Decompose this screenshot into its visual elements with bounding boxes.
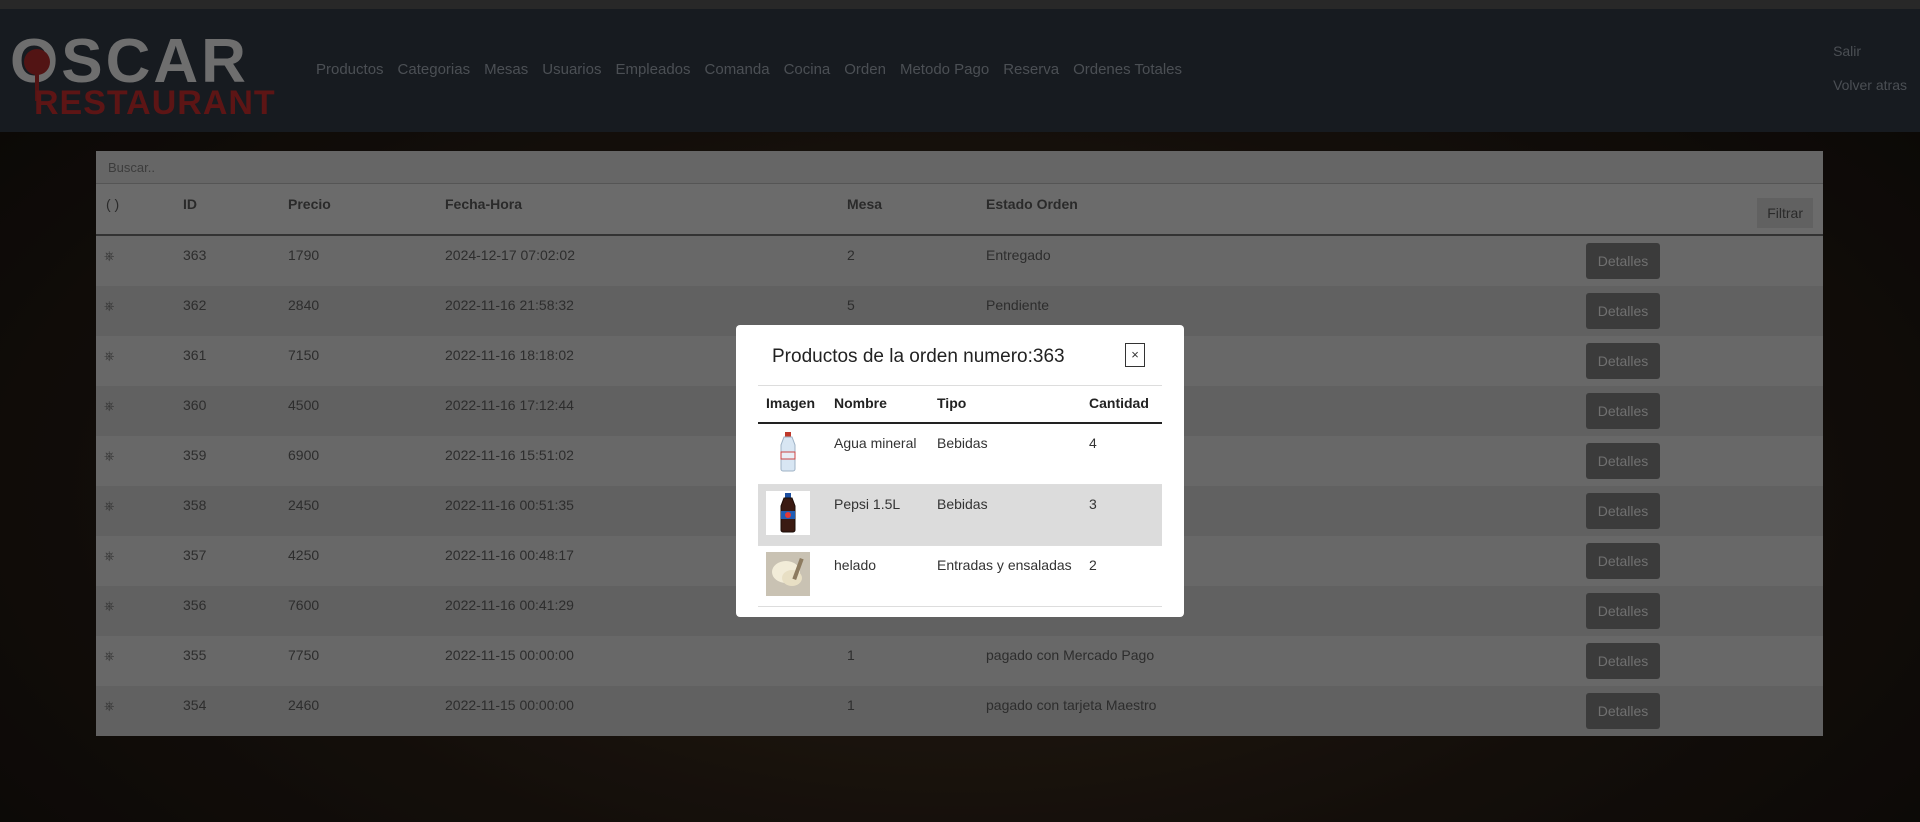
cell-fecha: 2022-11-16 00:48:17 — [445, 547, 574, 563]
cell-fecha: 2022-11-16 00:51:35 — [445, 497, 574, 513]
cell-fecha: 2022-11-15 00:00:00 — [445, 697, 574, 713]
cell-precio: 2840 — [288, 297, 320, 313]
header-id: ID — [183, 196, 197, 212]
table-row: ⎈ 354 2460 2022-11-15 00:00:00 1 pagado con t… — [96, 686, 1823, 736]
search-input[interactable]: Buscar.. — [96, 151, 1823, 184]
table-header: ( ) ID Precio Fecha-Hora Mesa Estado Ord… — [96, 184, 1823, 236]
cell-fecha: 2022-11-16 18:18:02 — [445, 347, 574, 363]
product-name: helado — [834, 557, 877, 573]
cell-precio: 4500 — [288, 397, 320, 413]
view-order-icon[interactable]: ⎈ — [104, 448, 114, 464]
cell-fecha: 2022-11-16 21:58:32 — [445, 297, 574, 313]
cell-precio: 7150 — [288, 347, 320, 363]
filter-button[interactable]: Filtrar — [1757, 198, 1813, 228]
details-button[interactable]: Detalles — [1586, 393, 1660, 429]
details-button[interactable]: Detalles — [1586, 243, 1660, 279]
order-products-modal: Productos de la orden numero:363 × Image… — [736, 325, 1184, 617]
cell-fecha: 2022-11-15 00:00:00 — [445, 647, 574, 663]
header-cantidad: Cantidad — [1089, 395, 1149, 411]
header-mesa: Mesa — [847, 196, 883, 212]
sort-icon[interactable]: ( ) — [106, 196, 119, 212]
details-button[interactable]: Detalles — [1586, 693, 1660, 729]
cell-precio: 6900 — [288, 447, 320, 463]
header-tipo: Tipo — [937, 395, 967, 411]
cell-id: 363 — [183, 247, 207, 263]
cell-mesa: 1 — [847, 647, 855, 663]
view-order-icon[interactable]: ⎈ — [104, 398, 114, 414]
view-order-icon[interactable]: ⎈ — [104, 598, 114, 614]
header-imagen: Imagen — [766, 395, 816, 411]
details-button[interactable]: Detalles — [1586, 443, 1660, 479]
cell-precio: 2450 — [288, 497, 320, 513]
cell-id: 362 — [183, 297, 207, 313]
details-button[interactable]: Detalles — [1586, 543, 1660, 579]
close-button[interactable]: × — [1125, 343, 1145, 367]
cell-estado: Entregado — [986, 247, 1051, 263]
cell-precio: 2460 — [288, 697, 320, 713]
cell-mesa: 1 — [847, 697, 855, 713]
header-nombre: Nombre — [834, 395, 887, 411]
cell-id: 358 — [183, 497, 207, 513]
product-quantity: 3 — [1089, 496, 1097, 512]
header-estado-orden: Estado Orden — [986, 196, 1078, 212]
cell-fecha: 2022-11-16 17:12:44 — [445, 397, 574, 413]
header-precio: Precio — [288, 196, 331, 212]
product-quantity: 2 — [1089, 557, 1097, 573]
details-button[interactable]: Detalles — [1586, 593, 1660, 629]
cell-precio: 7600 — [288, 597, 320, 613]
cell-id: 355 — [183, 647, 207, 663]
details-button[interactable]: Detalles — [1586, 493, 1660, 529]
product-row: Agua mineral Bebidas 4 — [758, 424, 1162, 485]
cell-precio: 7750 — [288, 647, 320, 663]
cell-id: 354 — [183, 697, 207, 713]
cell-mesa: 5 — [847, 297, 855, 313]
view-order-icon[interactable]: ⎈ — [104, 698, 114, 714]
product-type: Entradas y ensaladas — [937, 557, 1072, 573]
view-order-icon[interactable]: ⎈ — [104, 248, 114, 264]
cell-id: 356 — [183, 597, 207, 613]
cell-id: 357 — [183, 547, 207, 563]
product-name: Pepsi 1.5L — [834, 496, 901, 512]
details-button[interactable]: Detalles — [1586, 643, 1660, 679]
view-order-icon[interactable]: ⎈ — [104, 348, 114, 364]
table-row: ⎈ 363 1790 2024-12-17 07:02:02 2 Entregado Det… — [96, 236, 1823, 286]
view-order-icon[interactable]: ⎈ — [104, 298, 114, 314]
cell-estado: pagado con tarjeta Maestro — [986, 697, 1157, 713]
cell-fecha: 2022-11-16 15:51:02 — [445, 447, 574, 463]
cell-precio: 1790 — [288, 247, 320, 263]
cell-id: 359 — [183, 447, 207, 463]
products-table-header: Imagen Nombre Tipo Cantidad — [758, 386, 1162, 424]
water-bottle-image — [766, 430, 810, 474]
cell-fecha: 2024-12-17 07:02:02 — [445, 247, 575, 263]
pepsi-bottle-image — [766, 491, 810, 535]
details-button[interactable]: Detalles — [1586, 293, 1660, 329]
header-fecha-hora: Fecha-Hora — [445, 196, 523, 212]
table-row: ⎈ 355 7750 2022-11-15 00:00:00 1 pagado con M… — [96, 636, 1823, 686]
cell-id: 360 — [183, 397, 207, 413]
product-name: Agua mineral — [834, 435, 917, 451]
details-button[interactable]: Detalles — [1586, 343, 1660, 379]
cell-precio: 4250 — [288, 547, 320, 563]
view-order-icon[interactable]: ⎈ — [104, 648, 114, 664]
products-table: Imagen Nombre Tipo Cantidad Agua mineral… — [758, 385, 1162, 607]
product-type: Bebidas — [937, 496, 988, 512]
product-quantity: 4 — [1089, 435, 1097, 451]
modal-title: Productos de la orden numero:363 — [772, 346, 1065, 367]
cell-estado: pagado con Mercado Pago — [986, 647, 1155, 663]
view-order-icon[interactable]: ⎈ — [104, 498, 114, 514]
product-row: Pepsi 1.5L Bebidas 3 — [758, 485, 1162, 546]
cell-fecha: 2022-11-16 00:41:29 — [445, 597, 574, 613]
cell-estado: Pendiente — [986, 297, 1050, 313]
product-type: Bebidas — [937, 435, 988, 451]
cell-mesa: 2 — [847, 247, 855, 263]
view-order-icon[interactable]: ⎈ — [104, 548, 114, 564]
ice-cream-image — [766, 552, 810, 596]
cell-id: 361 — [183, 347, 207, 363]
product-row: helado Entradas y ensaladas 2 — [758, 546, 1162, 607]
